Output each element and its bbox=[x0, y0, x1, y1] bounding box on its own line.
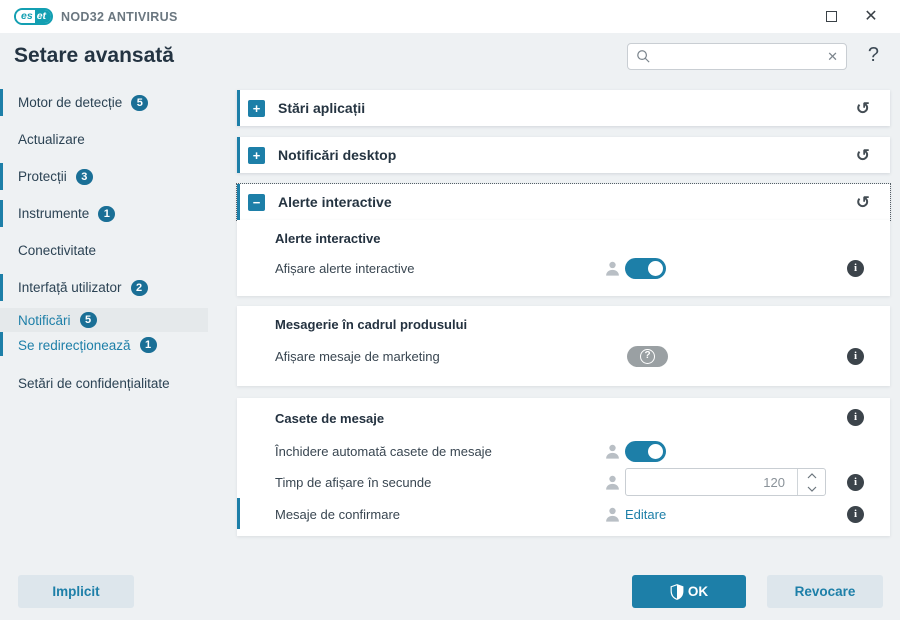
section-label: Stări aplicații bbox=[278, 100, 365, 116]
maximize-button[interactable] bbox=[820, 6, 842, 28]
change-count-badge: 1 bbox=[98, 206, 115, 222]
change-count-badge: 5 bbox=[80, 312, 97, 328]
edit-link[interactable]: Editare bbox=[625, 507, 666, 522]
help-icon[interactable]: ? bbox=[868, 44, 879, 67]
sidebar-item-label: Conectivitate bbox=[18, 243, 96, 258]
setting-label: Închidere automată casete de mesaje bbox=[275, 444, 492, 459]
person-icon bbox=[604, 260, 621, 277]
group-casete-de-mesaje: Casete de mesaje i Închidere automată ca… bbox=[237, 398, 890, 536]
sidebar-item-se-redirectioneaza[interactable]: Se redirecționează 1 bbox=[0, 332, 232, 358]
group-mesagerie: Mesagerie în cadrul produsului Afișare m… bbox=[237, 306, 890, 386]
app-title: NOD32 ANTIVIRUS bbox=[61, 10, 178, 24]
group-heading: Casete de mesaje i bbox=[237, 398, 890, 428]
number-spinner bbox=[797, 469, 825, 495]
sidebar-item-protectii[interactable]: Protecții 3 bbox=[0, 158, 232, 195]
section-notificari-desktop[interactable]: + Notificări desktop ↺ bbox=[237, 137, 890, 173]
question-icon: ? bbox=[640, 349, 655, 364]
info-icon[interactable]: i bbox=[847, 348, 864, 365]
setting-label: Mesaje de confirmare bbox=[275, 507, 400, 522]
setting-row-afisare-alerte: Afișare alerte interactive i bbox=[237, 248, 890, 288]
sidebar-item-label: Notificări bbox=[18, 313, 71, 328]
sidebar-item-label: Setări de confidențialitate bbox=[18, 376, 170, 391]
setting-row-mesaje-marketing: Afișare mesaje de marketing ? i bbox=[237, 334, 890, 378]
ok-label: OK bbox=[688, 584, 708, 599]
setting-row-inchidere-automata: Închidere automată casete de mesaje bbox=[237, 436, 890, 466]
toggle-knob bbox=[648, 261, 663, 276]
sidebar-item-label: Se redirecționează bbox=[18, 338, 131, 353]
info-icon[interactable]: i bbox=[847, 474, 864, 491]
section-label: Alerte interactive bbox=[278, 194, 392, 210]
search-box[interactable]: ✕ bbox=[627, 43, 847, 70]
sidebar-item-conectivitate[interactable]: Conectivitate bbox=[0, 232, 232, 269]
person-icon bbox=[604, 506, 621, 523]
revert-icon[interactable]: ↺ bbox=[856, 147, 870, 164]
sidebar-item-label: Interfață utilizator bbox=[18, 280, 122, 295]
setting-label: Afișare mesaje de marketing bbox=[275, 349, 440, 364]
revert-icon[interactable]: ↺ bbox=[856, 100, 870, 117]
sidebar-group-notificari: Notificări 5 Se redirecționează 1 bbox=[0, 308, 232, 358]
close-button[interactable]: ✕ bbox=[860, 6, 882, 28]
setting-label: Afișare alerte interactive bbox=[275, 261, 414, 276]
group-heading: Alerte interactive bbox=[237, 220, 890, 248]
sidebar-item-instrumente[interactable]: Instrumente 1 bbox=[0, 195, 232, 232]
sidebar-item-setari-de-confidentialitate[interactable]: Setări de confidențialitate bbox=[0, 365, 232, 402]
cancel-button[interactable]: Revocare bbox=[767, 575, 883, 608]
sidebar-item-label: Actualizare bbox=[18, 132, 85, 147]
spinner-up-icon[interactable] bbox=[798, 469, 825, 482]
change-count-badge: 2 bbox=[131, 280, 148, 296]
sidebar-item-label: Motor de detecție bbox=[18, 95, 122, 110]
ok-button[interactable]: OK bbox=[632, 575, 746, 608]
group-heading: Mesagerie în cadrul produsului bbox=[237, 306, 890, 334]
uac-shield-icon bbox=[670, 584, 684, 600]
expand-icon[interactable]: + bbox=[248, 100, 265, 117]
default-button[interactable]: Implicit bbox=[18, 575, 134, 608]
section-label: Notificări desktop bbox=[278, 147, 396, 163]
group-alerte-interactive: Alerte interactive Afișare alerte intera… bbox=[237, 220, 890, 296]
section-alerte-interactive[interactable]: − Alerte interactive ↺ bbox=[237, 184, 890, 220]
eset-logo-icon: es et bbox=[14, 8, 53, 25]
settings-panel: + Stări aplicații ↺ + Notificări desktop… bbox=[237, 90, 890, 536]
setting-row-mesaje-confirmare: Mesaje de confirmare Editare i bbox=[237, 498, 890, 530]
person-icon bbox=[604, 443, 621, 460]
sidebar-item-interfata-utilizator[interactable]: Interfață utilizator 2 bbox=[0, 269, 232, 306]
sidebar: Motor de detecție 5 Actualizare Protecți… bbox=[0, 84, 232, 402]
sidebar-item-notificari[interactable]: Notificări 5 bbox=[0, 308, 208, 332]
page-title: Setare avansată bbox=[14, 44, 174, 68]
search-icon bbox=[636, 49, 651, 64]
spinner-down-icon[interactable] bbox=[798, 482, 825, 495]
setting-row-timp-afisare: Timp de afișare în secunde i bbox=[237, 466, 890, 498]
seconds-input[interactable] bbox=[625, 468, 826, 496]
change-count-badge: 5 bbox=[131, 95, 148, 111]
section-stari-aplicatii[interactable]: + Stări aplicații ↺ bbox=[237, 90, 890, 126]
info-icon[interactable]: i bbox=[847, 506, 864, 523]
expand-icon[interactable]: + bbox=[248, 147, 265, 164]
sidebar-item-label: Protecții bbox=[18, 169, 67, 184]
change-count-badge: 3 bbox=[76, 169, 93, 185]
person-icon bbox=[604, 474, 621, 491]
sidebar-item-motor-de-detectie[interactable]: Motor de detecție 5 bbox=[0, 84, 232, 121]
sidebar-item-actualizare[interactable]: Actualizare bbox=[0, 121, 232, 158]
group-heading-label: Casete de mesaje bbox=[275, 411, 384, 426]
search-clear-icon[interactable]: ✕ bbox=[827, 49, 838, 65]
maximize-icon bbox=[826, 11, 837, 22]
toggle-on[interactable] bbox=[625, 258, 666, 279]
info-icon[interactable]: i bbox=[847, 409, 864, 426]
toggle-knob bbox=[648, 444, 663, 459]
toggle-on[interactable] bbox=[625, 441, 666, 462]
search-input[interactable] bbox=[657, 49, 821, 64]
setting-label: Timp de afișare în secunde bbox=[275, 475, 431, 490]
collapse-icon[interactable]: − bbox=[248, 194, 265, 211]
toggle-unknown[interactable]: ? bbox=[627, 346, 668, 367]
titlebar: es et NOD32 ANTIVIRUS ✕ bbox=[0, 0, 900, 33]
change-count-badge: 1 bbox=[140, 337, 157, 353]
info-icon[interactable]: i bbox=[847, 260, 864, 277]
logo-dot bbox=[50, 8, 53, 12]
sidebar-item-label: Instrumente bbox=[18, 206, 89, 221]
revert-icon[interactable]: ↺ bbox=[856, 194, 870, 211]
